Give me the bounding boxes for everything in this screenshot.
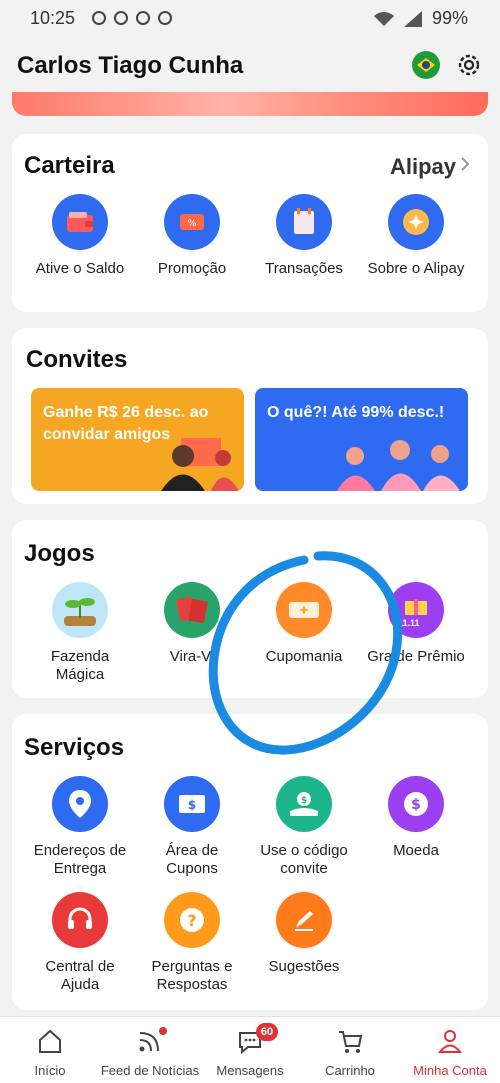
coupon-sparkle-icon xyxy=(276,582,332,638)
hand-coin-icon: $ xyxy=(276,776,332,832)
service-item-label: Área de Cupons xyxy=(165,842,219,877)
svg-text:%: % xyxy=(188,219,197,229)
wallet-item-label: Transações xyxy=(265,260,343,277)
games-card: Jogos Fazenda Mágica Vira-Vi Cupomania 1… xyxy=(12,520,488,698)
flame-icon xyxy=(158,11,172,25)
wallet-title: Carteira xyxy=(24,152,115,179)
notepad-icon xyxy=(276,194,332,250)
service-item-label: Central de Ajuda xyxy=(45,958,115,993)
gift-11-11-icon: 11.11 xyxy=(388,582,444,638)
brazil-flag-icon[interactable] xyxy=(412,51,440,79)
svg-text:$: $ xyxy=(188,798,196,812)
service-item-label: Sugestões xyxy=(268,958,340,975)
promo-banner[interactable] xyxy=(12,92,488,116)
wallet-item-label: Sobre o Alipay xyxy=(367,260,465,277)
headset-icon xyxy=(52,892,108,948)
user-name: Carlos Tiago Cunha xyxy=(17,52,244,79)
service-item-faq[interactable]: ? Perguntas e Respostas xyxy=(136,892,248,994)
game-item-magic-farm[interactable]: Fazenda Mágica xyxy=(24,582,136,684)
status-time: 10:25 xyxy=(30,8,76,28)
cast-icon xyxy=(92,11,106,25)
nav-cart[interactable]: Carrinho xyxy=(300,1017,400,1083)
wallet-item-about-alipay[interactable]: Sobre o Alipay xyxy=(360,194,472,278)
service-item-coupon-area[interactable]: $ Área de Cupons xyxy=(136,776,248,878)
chevron-right-icon[interactable] xyxy=(460,156,470,172)
invite-friends-banner[interactable]: Ganhe R$ 26 desc. ao convidar amigos xyxy=(31,388,244,491)
services-title: Serviços xyxy=(24,734,125,761)
game-item-label: Fazenda Mágica xyxy=(50,648,110,683)
service-item-label: Use o código convite xyxy=(260,842,348,877)
signal-icon xyxy=(403,10,422,27)
dollar-coupon-icon: $ xyxy=(164,776,220,832)
service-item-label: Endereços de Entrega xyxy=(33,842,127,877)
svg-text:?: ? xyxy=(187,911,196,930)
wallet-item-transactions[interactable]: Transações xyxy=(248,194,360,278)
location-pin-icon xyxy=(52,776,108,832)
invites-title: Convites xyxy=(26,346,128,373)
new-items-dot xyxy=(159,1027,167,1035)
service-item-coin[interactable]: $ Moeda xyxy=(360,776,472,860)
svg-text:$: $ xyxy=(301,796,307,806)
nav-label: Minha Conta xyxy=(413,1063,487,1078)
app-notification-icon xyxy=(114,11,128,25)
battery-percentage: 99% xyxy=(431,8,468,28)
person-icon xyxy=(437,1030,463,1053)
nav-news-feed[interactable]: Feed de Notícias xyxy=(100,1017,200,1083)
game-item-cupomania[interactable]: Cupomania xyxy=(248,582,360,666)
game-item-label: Gra de Prêmio xyxy=(367,648,465,665)
invite-illustration xyxy=(161,438,239,491)
celebration-illustration xyxy=(337,440,460,491)
cards-icon xyxy=(164,582,220,638)
alipay-link[interactable]: Alipay xyxy=(390,154,456,180)
nav-label: Carrinho xyxy=(325,1063,375,1078)
coupon-ticket-icon: % xyxy=(164,194,220,250)
services-card: Serviços Endereços de Entrega $ Área de … xyxy=(12,714,488,1010)
messenger-icon xyxy=(136,11,150,25)
alipay-sparkle-icon xyxy=(388,194,444,250)
games-title: Jogos xyxy=(24,540,95,567)
discount-banner-text: O quê?! Até 99% desc.! xyxy=(267,404,445,421)
pen-icon xyxy=(276,892,332,948)
service-item-label: Perguntas e Respostas xyxy=(151,958,233,993)
game-item-flip-cards[interactable]: Vira-Vi xyxy=(136,582,248,666)
coin-icon: $ xyxy=(388,776,444,832)
nav-label: Início xyxy=(34,1063,66,1078)
service-item-label: Moeda xyxy=(393,842,439,859)
home-icon xyxy=(39,1029,61,1053)
nav-messages[interactable]: 60 Mensagens xyxy=(200,1017,300,1083)
gear-icon[interactable] xyxy=(455,51,483,79)
wallet-card: Carteira Alipay Ative o Saldo % Promoção… xyxy=(12,134,488,312)
notification-icons xyxy=(92,11,172,25)
service-item-help-center[interactable]: Central de Ajuda xyxy=(24,892,136,994)
plant-icon xyxy=(52,582,108,638)
wallet-item-promotion[interactable]: % Promoção xyxy=(136,194,248,278)
game-item-label: Cupomania xyxy=(265,648,343,665)
wifi-icon xyxy=(373,11,394,26)
status-bar: 10:25 99% xyxy=(0,0,500,38)
service-item-suggestions[interactable]: Sugestões xyxy=(248,892,360,976)
bottom-navigation: Início Feed de Notícias 60 Mensagens Car… xyxy=(0,1016,500,1083)
cart-icon xyxy=(339,1031,363,1053)
game-item-label: Vira-Vi xyxy=(169,648,215,665)
wallet-item-label: Ative o Saldo xyxy=(35,260,125,277)
invites-card: Convites Ganhe R$ 26 desc. ao convidar a… xyxy=(12,328,488,504)
messages-badge: 60 xyxy=(256,1023,278,1041)
service-item-delivery-addresses[interactable]: Endereços de Entrega xyxy=(24,776,136,878)
nav-label: Feed de Notícias xyxy=(100,1063,200,1078)
gift-badge: 11.11 xyxy=(398,618,420,628)
status-right: 99% xyxy=(373,8,468,29)
nav-label: Mensagens xyxy=(216,1063,284,1078)
wallet-item-label: Promoção xyxy=(157,260,227,277)
wallet-icon xyxy=(52,194,108,250)
nav-my-account[interactable]: Minha Conta xyxy=(400,1017,500,1083)
svg-text:$: $ xyxy=(411,797,421,813)
question-icon: ? xyxy=(164,892,220,948)
game-item-grand-prize[interactable]: 11.11 Gra de Prêmio xyxy=(360,582,472,666)
wallet-item-activate-balance[interactable]: Ative o Saldo xyxy=(24,194,136,278)
nav-home[interactable]: Início xyxy=(0,1017,100,1083)
service-item-invite-code[interactable]: $ Use o código convite xyxy=(248,776,360,878)
discount-banner[interactable]: O quê?! Até 99% desc.! xyxy=(255,388,468,491)
